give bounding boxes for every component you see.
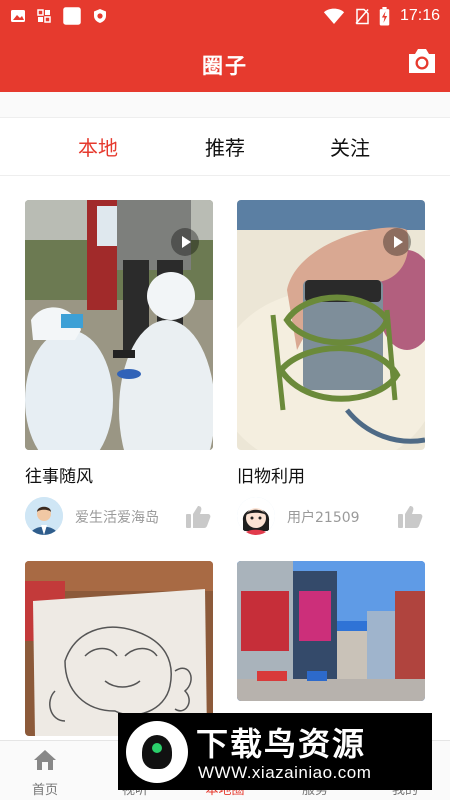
post-title: 往事随风 [25,467,93,487]
no-sim-icon [355,8,369,24]
post-photo [237,561,425,701]
tab-recommend[interactable]: 推荐 [205,132,245,161]
tab-local[interactable]: 本地 [78,132,118,161]
watermark: 下载鸟资源 WWW.xiazainiao.com [118,713,432,790]
avatar-girl-icon [237,497,275,535]
avatar-man-icon [25,497,63,535]
avatar[interactable] [25,497,63,535]
post-image[interactable] [237,561,425,701]
divider [0,92,450,118]
camera-icon[interactable] [406,46,438,76]
tab-follow[interactable]: 关注 [330,132,370,161]
username[interactable]: 用户21509 [287,507,360,527]
play-icon [171,228,199,256]
nav-home[interactable]: 首页 [0,741,90,800]
watermark-url: WWW.xiazainiao.com [198,763,372,782]
image-icon [11,10,25,22]
nav-label: 首页 [31,783,58,798]
page-title: 圈子 [202,54,248,78]
post-photo [25,561,213,736]
app-bar: 圈子 [0,32,450,92]
post-image[interactable] [237,200,425,450]
play-icon [383,228,411,256]
avatar[interactable] [237,497,275,535]
watermark-brand: 下载鸟资源 [196,725,367,763]
clock: 17:16 [399,7,440,24]
post-card[interactable]: 往事随风 爱生活爱海岛 [25,200,213,540]
home-icon [34,750,56,770]
post-image[interactable] [25,561,213,736]
thumbs-up-icon[interactable] [185,505,211,529]
battery-charging-icon [379,6,390,25]
bird-logo-icon [126,721,188,783]
post-title: 旧物利用 [237,467,305,487]
status-bar: 17:16 [0,0,450,32]
post-card[interactable] [25,561,213,736]
shield-icon [94,9,106,23]
username[interactable]: 爱生活爱海岛 [75,507,159,527]
apps-icon [37,9,51,23]
wifi-icon [323,8,345,24]
post-card[interactable] [237,561,425,736]
post-card[interactable]: 旧物利用 用户21509 [237,200,425,540]
square-icon [63,7,81,25]
post-meta: 用户21509 [237,497,425,537]
post-meta: 爱生活爱海岛 [25,497,213,537]
post-image[interactable] [25,200,213,450]
thumbs-up-icon[interactable] [397,505,423,529]
tab-bar: 本地 推荐 关注 [0,118,450,176]
